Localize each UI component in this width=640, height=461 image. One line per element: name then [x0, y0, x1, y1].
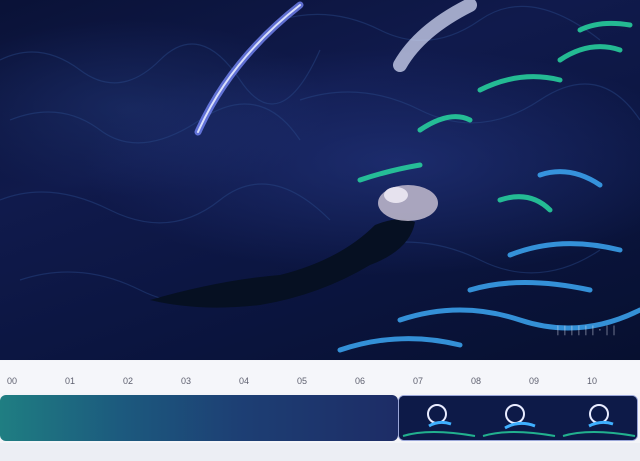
tick-label: 06	[355, 376, 366, 386]
watermark: ||||||·||	[554, 325, 618, 336]
underwater-frame	[0, 0, 640, 353]
video-viewer[interactable]: ||||||·||	[0, 0, 640, 360]
diver-light	[393, 0, 477, 72]
tick-label: 05	[297, 376, 308, 386]
clip-thumbnail	[479, 396, 559, 440]
clip-thumbnail	[399, 396, 479, 440]
tick-label: 04	[239, 376, 250, 386]
timeline-ruler[interactable]: 00 01 02 03 04 05 06 07 08 09 10	[0, 361, 640, 393]
video-clip[interactable]	[398, 395, 638, 441]
bottom-bar	[0, 443, 640, 461]
timeline-track[interactable]	[0, 395, 398, 441]
tick-label: 01	[65, 376, 76, 386]
tick-label: 09	[529, 376, 540, 386]
tick-label: 08	[471, 376, 482, 386]
tick-label: 03	[181, 376, 192, 386]
tick-label: 00	[7, 376, 18, 386]
tick-label: 10	[587, 376, 598, 386]
tick-label: 02	[123, 376, 134, 386]
clip-thumbnail	[559, 396, 637, 440]
seabed-texture	[0, 5, 640, 304]
light-streak	[194, 1, 304, 136]
sea-lion	[150, 185, 438, 308]
tick-label: 07	[413, 376, 424, 386]
